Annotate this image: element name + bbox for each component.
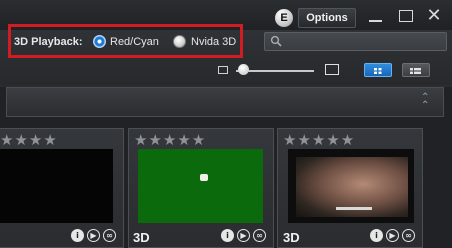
nvida-3d-radio[interactable]	[173, 35, 186, 48]
library-header-bar	[6, 87, 444, 117]
share-icon[interactable]: ∞	[103, 229, 116, 242]
star-rating[interactable]: ★★★★★	[134, 131, 206, 149]
video-thumbnail[interactable]	[138, 149, 263, 223]
grid-view-icon	[374, 68, 382, 74]
e-badge-icon[interactable]: E	[275, 9, 293, 27]
collapse-icon[interactable]: ⌃ ⌃	[421, 93, 429, 111]
search-icon	[270, 35, 282, 47]
zoom-slider-thumb[interactable]	[238, 64, 249, 75]
thumbnail-subject	[200, 174, 208, 181]
list-view-icon	[410, 68, 421, 74]
zoom-small-icon[interactable]	[218, 66, 228, 74]
share-icon[interactable]: ∞	[402, 229, 415, 242]
star-rating[interactable]: ★★★★	[0, 131, 58, 149]
close-icon[interactable]: ✕	[424, 6, 444, 26]
red-cyan-label[interactable]: Red/Cyan	[110, 36, 159, 48]
search-input[interactable]	[264, 32, 447, 51]
maximize-icon[interactable]	[396, 6, 416, 26]
play-icon[interactable]: ▶	[87, 229, 100, 242]
nvida-3d-label[interactable]: Nvida 3D	[191, 36, 236, 48]
minimize-icon[interactable]	[366, 6, 386, 26]
play-icon[interactable]: ▶	[386, 229, 399, 242]
3d-badge: 3D	[133, 230, 150, 245]
grid-view-button[interactable]	[364, 63, 392, 77]
playback-label: 3D Playback:	[14, 36, 83, 48]
share-icon[interactable]: ∞	[253, 229, 266, 242]
info-icon[interactable]: i	[370, 229, 383, 242]
list-view-button[interactable]	[402, 63, 430, 77]
zoom-large-icon[interactable]	[325, 64, 339, 75]
info-icon[interactable]: i	[71, 229, 84, 242]
red-cyan-radio[interactable]	[93, 35, 106, 48]
info-icon[interactable]: i	[221, 229, 234, 242]
video-subtitle	[336, 207, 372, 210]
star-rating[interactable]: ★★★★★	[283, 131, 355, 149]
3d-badge: 3D	[283, 230, 300, 245]
play-icon[interactable]: ▶	[237, 229, 250, 242]
video-thumbnail[interactable]	[0, 149, 113, 223]
options-button[interactable]: Options	[298, 8, 356, 28]
